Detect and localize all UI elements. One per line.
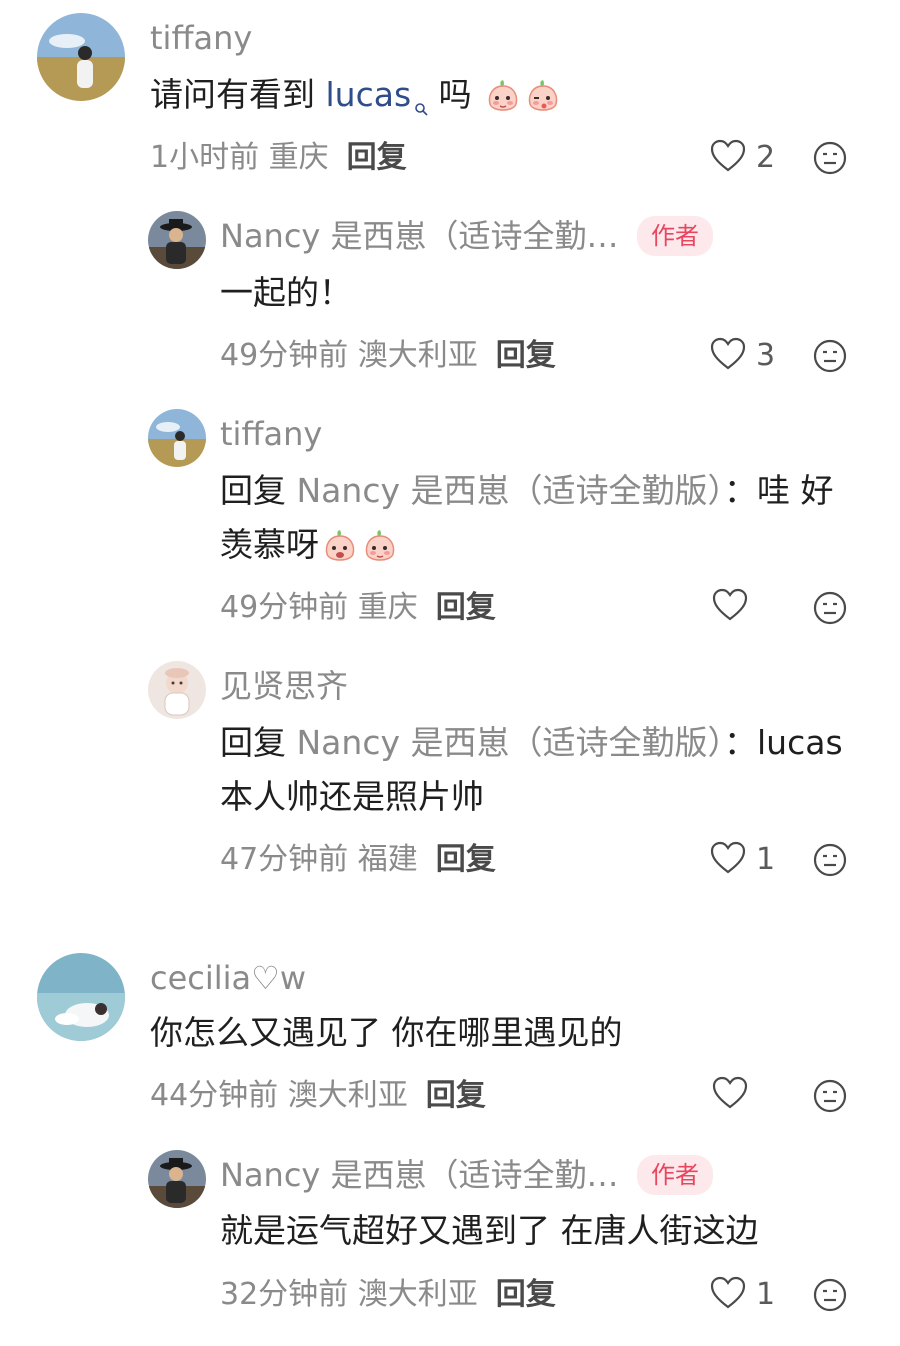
- heart-icon: [712, 588, 748, 626]
- comment-text-line1: 回复 Nancy 是西崽（适诗全勤版）：哇 好: [220, 464, 834, 518]
- comment-text: ：哇 好: [724, 471, 834, 510]
- comment-time: 44分钟前: [150, 1078, 279, 1113]
- comment-text: 羡慕呀: [220, 525, 319, 564]
- comment-time: 32分钟前: [220, 1277, 349, 1312]
- comment-meta: 32分钟前 澳大利亚 回复: [220, 1275, 556, 1315]
- comment-username[interactable]: Nancy 是西崽（适诗全勤…: [220, 216, 619, 256]
- comment-username[interactable]: Nancy 是西崽（适诗全勤…: [220, 1155, 619, 1195]
- comment-text-line2: 羡慕呀: [220, 518, 399, 572]
- mention-label: lucas: [325, 75, 412, 114]
- avatar[interactable]: [37, 953, 125, 1041]
- avatar[interactable]: [148, 211, 206, 269]
- search-icon: [414, 78, 428, 116]
- like-button[interactable]: 3: [710, 336, 775, 376]
- heart-icon: [710, 1276, 746, 1314]
- comment-text-line2: 本人帅还是照片帅: [220, 777, 484, 816]
- comment-meta: 1小时前 重庆 回复: [150, 138, 407, 178]
- like-count: 2: [756, 140, 776, 175]
- author-badge: 作者: [637, 1155, 713, 1195]
- reply-button[interactable]: 回复: [436, 590, 496, 625]
- avatar[interactable]: [148, 1150, 206, 1208]
- mention-link[interactable]: lucas: [325, 75, 429, 116]
- heart-icon: [710, 841, 746, 879]
- reply-prefix: 回复: [220, 471, 286, 510]
- neutral-face-icon: [812, 1079, 848, 1118]
- author-badge: 作者: [637, 216, 713, 256]
- comment-time: 49分钟前: [220, 590, 349, 625]
- peach-shy-emoji: [361, 528, 399, 566]
- comment-location: 福建: [357, 842, 418, 877]
- reply-prefix: 回复: [220, 723, 286, 762]
- peach-wink-emoji: [524, 78, 562, 116]
- neutral-face-icon: [812, 843, 848, 882]
- comment-time: 1小时前: [150, 140, 260, 175]
- comment-text-before: 请问有看到: [150, 75, 326, 114]
- comment-username[interactable]: tiffany: [150, 18, 252, 58]
- comment-text: ：lucas: [724, 723, 843, 762]
- comment-username[interactable]: cecilia♡w: [150, 958, 306, 998]
- emote-reaction-button[interactable]: [812, 140, 848, 180]
- like-count: 1: [756, 842, 776, 877]
- comment-text: 请问有看到 lucas 吗: [150, 68, 562, 122]
- heart-icon: [710, 139, 746, 177]
- avatar[interactable]: [148, 409, 206, 467]
- like-button[interactable]: [712, 588, 758, 626]
- reply-button[interactable]: 回复: [347, 140, 407, 175]
- emote-reaction-button[interactable]: [812, 842, 848, 882]
- comment-location: 澳大利亚: [357, 338, 478, 373]
- avatar[interactable]: [148, 661, 206, 719]
- comment-location: 重庆: [268, 140, 329, 175]
- comment-text: 就是运气超好又遇到了 在唐人街这边: [220, 1211, 759, 1250]
- like-button[interactable]: 1: [710, 1275, 775, 1315]
- comment-username[interactable]: 见贤思齐: [220, 666, 348, 706]
- peach-shy-emoji: [484, 78, 522, 116]
- comment-text: 一起的！: [220, 273, 352, 312]
- reply-target-user[interactable]: Nancy 是西崽（适诗全勤版）: [297, 723, 725, 762]
- comment-time: 49分钟前: [220, 338, 349, 373]
- comment-location: 澳大利亚: [287, 1078, 408, 1113]
- comment-text: 你怎么又遇见了 你在哪里遇见的: [150, 1013, 623, 1052]
- avatar[interactable]: [37, 13, 125, 101]
- comment-location: 澳大利亚: [357, 1277, 478, 1312]
- emote-reaction-button[interactable]: [812, 338, 848, 378]
- peach-shocked-emoji: [321, 528, 359, 566]
- like-count: 1: [756, 1277, 776, 1312]
- neutral-face-icon: [812, 591, 848, 630]
- neutral-face-icon: [812, 339, 848, 378]
- comment-time: 47分钟前: [220, 842, 349, 877]
- comment-meta: 44分钟前 澳大利亚 回复: [150, 1076, 486, 1116]
- like-count: 3: [756, 338, 776, 373]
- reply-button[interactable]: 回复: [496, 338, 556, 373]
- comment-username[interactable]: tiffany: [220, 414, 322, 454]
- reply-button[interactable]: 回复: [496, 1277, 556, 1312]
- comment-meta: 49分钟前 重庆 回复: [220, 588, 496, 628]
- comment-meta: 47分钟前 福建 回复: [220, 840, 496, 880]
- comment-location: 重庆: [357, 590, 418, 625]
- reply-button[interactable]: 回复: [436, 842, 496, 877]
- neutral-face-icon: [812, 141, 848, 180]
- like-button[interactable]: 2: [710, 138, 775, 178]
- emote-reaction-button[interactable]: [812, 590, 848, 630]
- comment-text-line1: 回复 Nancy 是西崽（适诗全勤版）：lucas: [220, 716, 843, 770]
- comment-text-after: 吗: [428, 75, 472, 114]
- heart-icon: [712, 1076, 748, 1114]
- like-button[interactable]: [712, 1076, 758, 1114]
- neutral-face-icon: [812, 1278, 848, 1317]
- emote-reaction-button[interactable]: [812, 1078, 848, 1118]
- emote-reaction-button[interactable]: [812, 1277, 848, 1317]
- reply-target-user[interactable]: Nancy 是西崽（适诗全勤版）: [297, 471, 725, 510]
- heart-icon: [710, 337, 746, 375]
- like-button[interactable]: 1: [710, 840, 775, 880]
- reply-button[interactable]: 回复: [426, 1078, 486, 1113]
- comment-meta: 49分钟前 澳大利亚 回复: [220, 336, 556, 376]
